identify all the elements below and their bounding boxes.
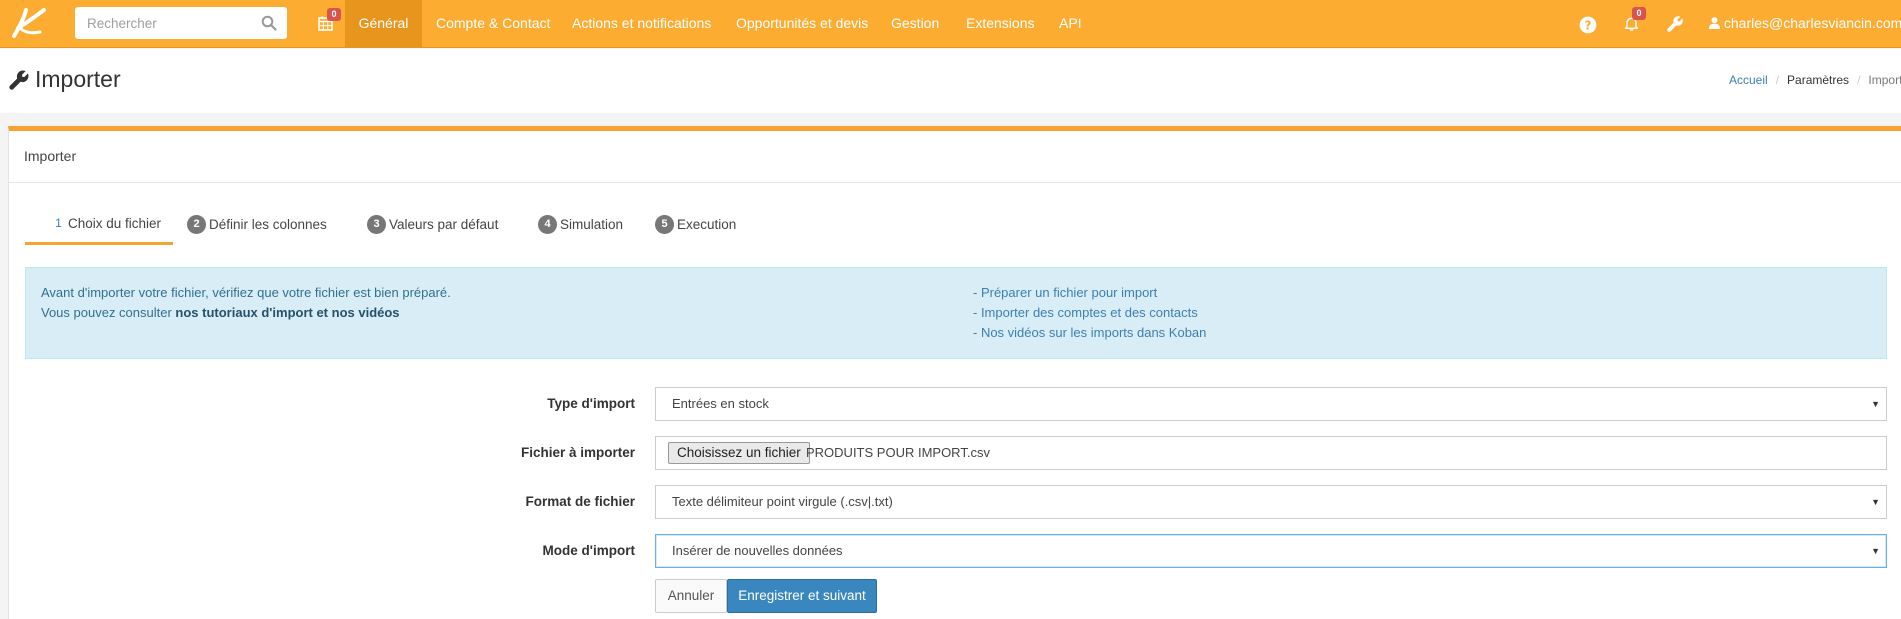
- breadcrumb-accueil[interactable]: Accueil: [1729, 73, 1768, 87]
- info-line-2-prefix: Vous pouvez consulter: [41, 305, 176, 320]
- breadcrumb: Accueil / Paramètres / Importer: [1729, 73, 1901, 87]
- svg-text:?: ?: [1585, 19, 1592, 33]
- info-line-2: Vous pouvez consulter nos tutoriaux d'im…: [41, 305, 400, 320]
- nav-actions-notifications[interactable]: Actions et notifications: [572, 0, 711, 48]
- step-number: 3: [367, 215, 386, 234]
- format-select[interactable]: Texte délimiteur point virgule (.csv|.tx…: [655, 485, 1887, 519]
- mode-select[interactable]: Insérer de nouvelles données ▼: [655, 534, 1887, 568]
- nav-actions-notifications-label: Actions et notifications: [572, 15, 712, 31]
- panel-title: Importer: [24, 148, 77, 164]
- breadcrumb-current: Importer: [1868, 73, 1901, 87]
- type-import-label: Type d'import: [547, 396, 635, 411]
- link-preparer-fichier[interactable]: - Préparer un fichier pour import: [973, 285, 1157, 300]
- step-number: 1: [55, 216, 62, 231]
- format-label: Format de fichier: [525, 494, 635, 509]
- koban-logo[interactable]: [6, 6, 46, 42]
- format-value: Texte délimiteur point virgule (.csv|.tx…: [672, 494, 893, 509]
- info-line-1: Avant d'importer votre fichier, vérifiez…: [41, 285, 451, 300]
- nav-general-label: Général: [358, 15, 409, 31]
- step-label: Execution: [677, 217, 737, 232]
- caret-down-icon: ▼: [1871, 546, 1880, 556]
- nav-extensions-label: Extensions: [966, 15, 1035, 31]
- step-number: 4: [538, 215, 557, 234]
- notifications-button[interactable]: 0: [1622, 6, 1652, 40]
- wrench-icon[interactable]: [1666, 15, 1684, 33]
- help-icon[interactable]: ?: [1579, 16, 1597, 34]
- cancel-button[interactable]: Annuler: [655, 579, 727, 613]
- nav-gestion-label: Gestion: [891, 15, 940, 31]
- user-menu[interactable]: charles@charlesviancin.com ▼: [1709, 0, 1901, 48]
- breadcrumb-separator: /: [1857, 73, 1861, 87]
- nav-general[interactable]: Général: [345, 0, 422, 48]
- step-choix-fichier[interactable]: 1 Choix du fichier: [25, 205, 173, 245]
- search-icon[interactable]: [261, 15, 277, 31]
- user-icon: [1709, 17, 1720, 29]
- nav-opportunites-devis[interactable]: Opportunités et devis: [736, 0, 868, 48]
- nav-api-label: API: [1059, 15, 1082, 31]
- nav-api[interactable]: API: [1059, 0, 1082, 48]
- type-import-value: Entrées en stock: [672, 396, 769, 411]
- step-label: Simulation: [560, 217, 624, 232]
- step-label: Choix du fichier: [68, 215, 162, 231]
- choose-file-button[interactable]: Choisissez un fichier: [668, 442, 810, 464]
- search-input[interactable]: [75, 7, 255, 39]
- info-alert: Avant d'importer votre fichier, vérifiez…: [25, 267, 1887, 359]
- caret-down-icon: ▼: [1871, 497, 1880, 507]
- step-simulation[interactable]: 4 Simulation: [538, 205, 623, 245]
- breadcrumb-separator: /: [1775, 73, 1780, 87]
- mode-value: Insérer de nouvelles données: [672, 543, 843, 558]
- nav-opportunites-devis-label: Opportunités et devis: [736, 15, 869, 31]
- step-definir-colonnes[interactable]: 2 Définir les colonnes: [187, 205, 327, 245]
- tutorials-link[interactable]: nos tutoriaux d'import et nos vidéos: [175, 305, 399, 320]
- breadcrumb-parametres: Paramètres: [1787, 73, 1850, 87]
- calendar-badge: 0: [327, 8, 341, 21]
- import-panel: Importer 1 Choix du fichier 2 Définir les …: [8, 126, 1901, 619]
- mode-label: Mode d'import: [542, 543, 635, 558]
- save-next-button[interactable]: Enregistrer et suivant: [727, 579, 877, 613]
- step-label: Valeurs par défaut: [389, 217, 499, 232]
- caret-down-icon: ▼: [1871, 399, 1880, 409]
- step-execution[interactable]: 5 Execution: [655, 205, 736, 245]
- link-importer-comptes[interactable]: - Importer des comptes et des contacts: [973, 305, 1198, 320]
- user-email: charles@charlesviancin.com: [1723, 15, 1901, 31]
- nav-compte-contact-label: Compte & Contact: [436, 15, 551, 31]
- file-label: Fichier à importer: [520, 445, 635, 460]
- nav-extensions[interactable]: Extensions: [966, 0, 1034, 48]
- step-number: 2: [187, 215, 206, 234]
- notifications-badge: 0: [1632, 7, 1646, 20]
- page-header: Importer Accueil / Paramètres / Importer: [0, 49, 1901, 113]
- nav-compte-contact[interactable]: Compte & Contact: [436, 0, 550, 48]
- step-valeurs-defaut[interactable]: 3 Valeurs par défaut: [367, 205, 498, 245]
- nav-gestion[interactable]: Gestion: [891, 0, 939, 48]
- step-number: 5: [655, 215, 674, 234]
- file-input[interactable]: Choisissez un fichier PRODUITS POUR IMPO…: [655, 436, 1887, 470]
- panel-heading: Importer: [9, 131, 1901, 183]
- wrench-icon: [9, 70, 29, 90]
- search-box: [75, 7, 287, 39]
- top-navbar: 0 Général Compte & Contact Actions et no…: [0, 0, 1901, 48]
- step-label: Définir les colonnes: [209, 217, 327, 232]
- page-title: Importer: [35, 66, 121, 92]
- calendar-button[interactable]: 0: [312, 8, 346, 40]
- link-videos-imports[interactable]: - Nos vidéos sur les imports dans Koban: [973, 325, 1206, 340]
- file-name: PRODUITS POUR IMPORT.csv: [806, 445, 990, 460]
- type-import-select[interactable]: Entrées en stock ▼: [655, 387, 1887, 421]
